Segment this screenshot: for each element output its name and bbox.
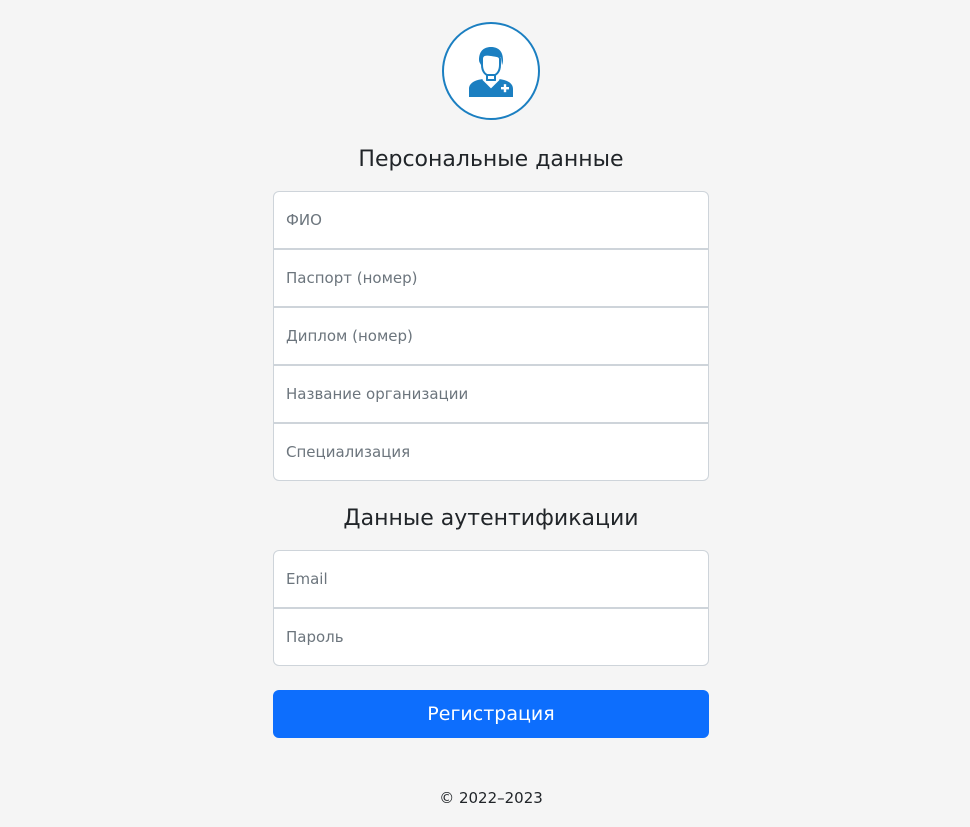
- password-input[interactable]: [273, 608, 709, 666]
- diploma-number-input[interactable]: [273, 307, 709, 365]
- organization-name-input[interactable]: [273, 365, 709, 423]
- fio-input[interactable]: [273, 191, 709, 249]
- registration-page: Персональные данные Данные аутентификаци…: [0, 0, 970, 827]
- register-button[interactable]: Регистрация: [273, 690, 709, 738]
- personal-data-fields: [273, 191, 709, 481]
- copyright-footer: © 2022–2023: [439, 789, 543, 807]
- auth-data-fields: [273, 550, 709, 666]
- auth-data-title: Данные аутентификации: [343, 506, 639, 531]
- doctor-avatar-svg: [469, 47, 513, 97]
- specialization-input[interactable]: [273, 423, 709, 481]
- email-input[interactable]: [273, 550, 709, 608]
- personal-data-title: Персональные данные: [358, 147, 624, 172]
- passport-number-input[interactable]: [273, 249, 709, 307]
- doctor-avatar-icon: [442, 22, 540, 120]
